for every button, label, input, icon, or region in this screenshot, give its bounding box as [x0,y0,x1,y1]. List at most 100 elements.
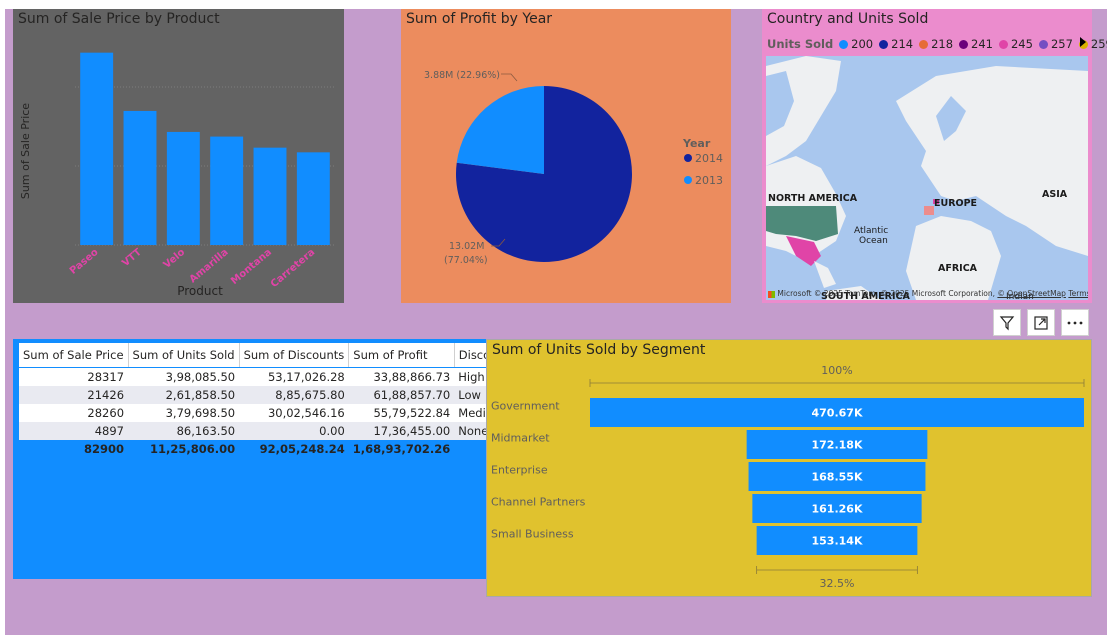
column-header[interactable]: Sum of Discounts [239,343,350,368]
table-cell: 61,88,857.70 [348,386,455,404]
terms-link[interactable]: Terms [1068,289,1088,298]
map-label-europe: EUROPE [934,198,978,209]
map-label-ocean: Ocean [859,236,888,246]
table-cell: 0.00 [239,422,349,440]
table-cell: 28260 [87,406,125,420]
filter-button[interactable] [993,309,1021,336]
bar-category-label: Velo [162,247,188,271]
focus-mode-icon [1034,315,1048,330]
pie-chart-visual[interactable]: Sum of Profit by Year 3.88M (22.96%) 13.0… [401,9,731,303]
table-cell: 53,17,026.28 [267,370,345,384]
map-title: Country and Units Sold [767,11,929,27]
funnel-bar-value: 161.26K [812,503,863,516]
bar-velo [166,131,200,245]
funnel-category-label: Midmarket [491,432,550,445]
pie-chart-svg: 3.88M (22.96%) 13.02M (77.04%) Year 2014 2013 [424,70,723,266]
map-label-atlantic: Atlantic [854,226,889,236]
pie-slice-2013 [456,86,544,174]
map-label-asia: ASIA [1042,189,1068,200]
funnel-bar-value: 172.18K [812,439,863,452]
map-attribution-brand: Microsoft [777,289,812,298]
bar-category-label: VTT [120,247,144,269]
map-legend-label: 257 [1050,37,1073,51]
map-legend-item: 245 [998,37,1033,51]
funnel-bar-value: 168.55K [812,471,863,484]
map-canvas[interactable]: NORTH AMERICA EUROPE ASIA AFRICA Atlanti… [766,56,1088,300]
table-total-row: 82900 11,25,806.00 92,05,248.24 1,68,93,702… [19,440,547,458]
map-legend-label: 259 [1090,37,1107,51]
column-header[interactable]: Sum of Units Sold [128,343,240,368]
map-label-africa: AFRICA [938,263,978,274]
bar-category-label: Paseo [68,247,101,277]
table-cell: 3,98,085.50 [165,370,236,384]
funnel-category-label: Channel Partners [491,496,586,509]
bar-carretera [296,152,330,245]
pie-label-2014-value: 13.02M [449,241,484,252]
map-land-shapes [766,56,1088,300]
microsoft-logo-icon [768,290,775,298]
legend-dot-icon [879,39,889,49]
funnel-bar-value: 470.67K [812,407,863,420]
focus-mode-button[interactable] [1027,309,1055,336]
funnel-category-label: Government [491,400,560,413]
data-table: Sum of Sale Price Sum of Units Sold Sum of… [19,343,547,458]
pie-legend-label-2014: 2014 [695,152,723,165]
canvas-top-border [0,0,1107,9]
bar-category-label: Amarilla [188,247,231,286]
funnel-chart-visual[interactable]: Sum of Units Sold by Segment 100% 470.67K… [486,339,1092,597]
column-header[interactable]: Sum of Sale Price [19,343,129,368]
total-cell: 82900 [19,440,129,458]
legend-next-arrow-icon[interactable] [1080,37,1086,47]
map-legend-item: 257 [1038,37,1073,51]
funnel-top-percent: 100% [821,364,852,377]
table-container: Sum of Sale Price Sum of Units Sold Sum of… [19,343,547,458]
more-options-button[interactable] [1061,309,1089,336]
map-legend-label: 245 [1010,37,1033,51]
map-legend-item: 241 [959,37,993,51]
funnel-category-label: Small Business [491,528,574,541]
table-cell: 55,79,522.84 [373,406,451,420]
table-cell: 86,163.50 [128,422,240,440]
map-visual[interactable]: Country and Units Sold Units Sold 200 214… [762,9,1107,303]
map-legend-label: 200 [851,37,874,51]
table-cell: 21426 [19,386,129,404]
osm-link[interactable]: © OpenStreetMap [997,289,1066,298]
map-label-north-america: NORTH AMERICA [768,193,858,204]
pie-label-2013: 3.88M (22.96%) [424,70,500,81]
table-row[interactable]: 28260 3,79,698.50 30,02,546.16 55,79,522.84… [19,404,546,422]
table-row[interactable]: 4897 86,163.50 0.00 17,36,455.00 None [19,422,547,440]
bar-x-axis-title: Product [177,284,223,298]
table-header-row: Sum of Sale Price Sum of Units Sold Sum of… [19,343,547,368]
table-cell: 33,88,866.73 [373,370,451,384]
map-legend-item: 218 [919,37,953,51]
map-attribution-text: © 2025 TomTom, © 2025 Microsoft Corporat… [813,289,996,298]
table-cell: 8,85,675.80 [239,386,349,404]
legend-dot-icon [1038,39,1048,49]
legend-dot-icon [959,39,969,49]
table-visual[interactable]: Sum of Sale Price Sum of Units Sold Sum of… [13,339,547,579]
map-legend-label: 241 [971,37,993,51]
pie-legend-label-2013: 2013 [695,174,723,187]
legend-dot-icon [839,39,849,49]
table-row[interactable]: 28317 3,98,085.50 53,17,026.28 33,88,866.73… [19,368,546,387]
table-cell: 3,79,698.50 [165,406,236,420]
map-legend-label: 214 [891,37,914,51]
more-options-icon [1067,321,1083,324]
bar-category-label: Montana [229,247,274,287]
canvas-left-border [0,0,5,635]
funnel-bottom-percent: 32.5% [820,577,855,590]
bar-y-axis-title: Sum of Sale Price [19,103,32,199]
map-attribution: Microsoft © 2025 TomTom, © 2025 Microsof… [768,289,1088,298]
pie-label-2014-pct: (77.04%) [444,255,488,266]
bar-chart-visual[interactable]: Sum of Sale Price by Product Paseo VTT Vel… [13,9,344,303]
map-legend-item: 214 [879,37,913,51]
total-cell: 11,25,806.00 [128,440,240,458]
pie-leader-line [501,73,518,82]
legend-dot-icon [919,39,929,49]
table-row[interactable]: 21426 2,61,858.50 8,85,675.80 61,88,857.70 L… [19,386,547,404]
filter-icon [999,315,1015,330]
column-header[interactable]: Sum of Profit [348,343,455,368]
map-legend-title: Units Sold [767,37,834,51]
table-cell: 4897 [19,422,129,440]
pie-legend-dot-2013 [684,176,692,184]
